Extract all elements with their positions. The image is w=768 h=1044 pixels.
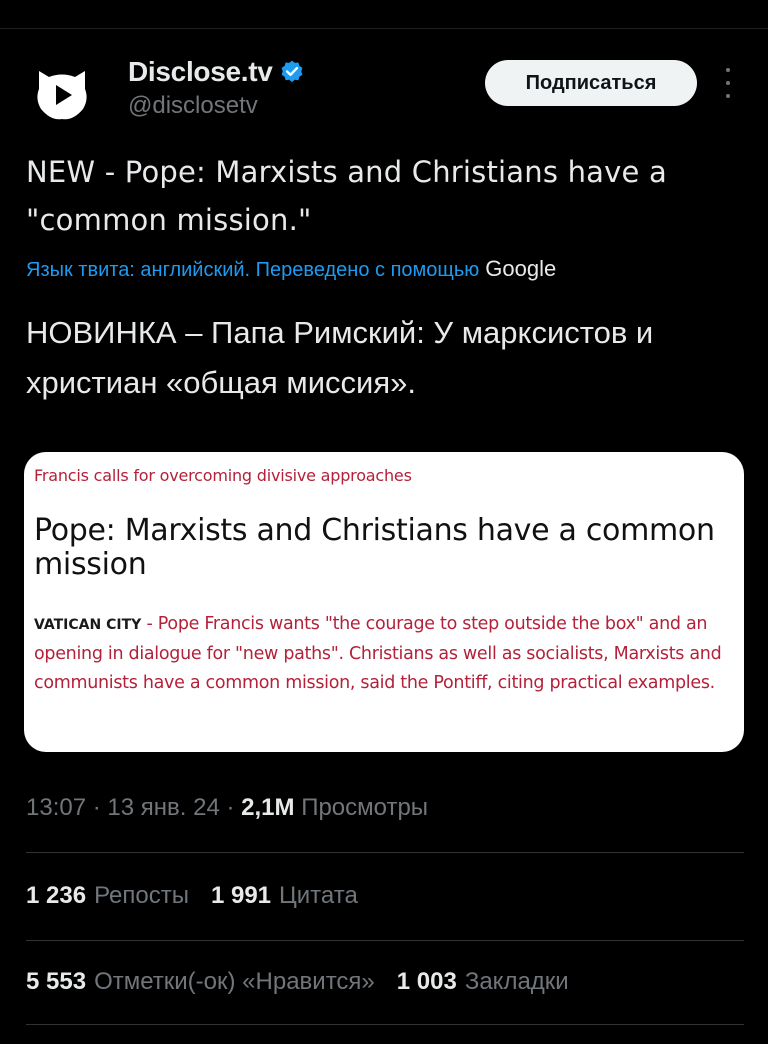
author-name-row[interactable]: Disclose.tv [128, 54, 305, 90]
quotes-label: Цитата [279, 882, 358, 909]
bookmarks-stat[interactable]: 1 003 Закладки [397, 968, 569, 996]
meta-separator: · [226, 794, 242, 821]
more-dot [726, 81, 730, 85]
article-dateline: VATICAN CITY [34, 617, 142, 633]
translation-notice: Язык твита: английский. Переведено с пом… [26, 256, 746, 282]
reposts-label: Репосты [94, 882, 189, 909]
author-display-name[interactable]: Disclose.tv [128, 56, 273, 88]
article-kicker: Francis calls for overcoming divisive ap… [34, 466, 412, 485]
tweet-text: NEW - Pope: Marxists and Christians have… [26, 155, 667, 237]
divider [26, 852, 744, 853]
reposts-count: 1 236 [26, 882, 87, 909]
subscribe-button[interactable]: Подписаться [485, 60, 697, 106]
author-avatar[interactable] [26, 56, 98, 128]
tweet-time[interactable]: 13:07 [26, 794, 86, 821]
tweet-meta: 13:07 · 13 янв. 24 · 2,1M Просмотры [26, 794, 428, 822]
top-divider [0, 28, 768, 29]
likes-count: 5 553 [26, 968, 87, 995]
divider [26, 940, 744, 941]
quotes-stat[interactable]: 1 991 Цитата [211, 882, 358, 910]
tweet-media-image[interactable]: Francis calls for overcoming divisive ap… [24, 452, 744, 752]
quotes-count: 1 991 [210, 882, 272, 909]
bookmarks-label: Закладки [464, 968, 569, 995]
translated-tweet-text: НОВИНКА – Папа Римский: У марксистов и х… [26, 315, 654, 400]
views-label: Просмотры [301, 794, 429, 821]
more-dot [726, 94, 730, 98]
tweet-date[interactable]: 13 янв. 24 [107, 794, 219, 821]
author-handle[interactable]: @disclosetv [128, 92, 258, 120]
disclose-logo-icon [37, 71, 87, 120]
stats-row-likes-bookmarks: 5 553 Отметки(-ок) «Нравится» 1 003 Закл… [26, 968, 591, 996]
article-body: VATICAN CITY - Pope Francis wants "the c… [34, 610, 740, 698]
likes-label: Отметки(-ок) «Нравится» [94, 968, 375, 995]
meta-separator: · [92, 794, 108, 821]
stats-row-reposts-quotes: 1 236 Репосты 1 991 Цитата [26, 882, 380, 910]
reposts-stat[interactable]: 1 236 Репосты [26, 882, 189, 910]
more-vertical-icon[interactable] [722, 68, 734, 98]
likes-stat[interactable]: 5 553 Отметки(-ок) «Нравится» [26, 968, 375, 996]
views-count: 2,1M [241, 794, 295, 821]
translation-label-link[interactable]: Язык твита: английский. Переведено с пом… [26, 259, 479, 282]
google-logo: Google [485, 256, 557, 281]
divider [26, 1024, 744, 1025]
bookmarks-count: 1 003 [396, 968, 457, 995]
article-headline: Pope: Marxists and Christians have a com… [34, 513, 715, 582]
verified-badge-icon [281, 60, 302, 83]
more-dot [726, 68, 730, 72]
